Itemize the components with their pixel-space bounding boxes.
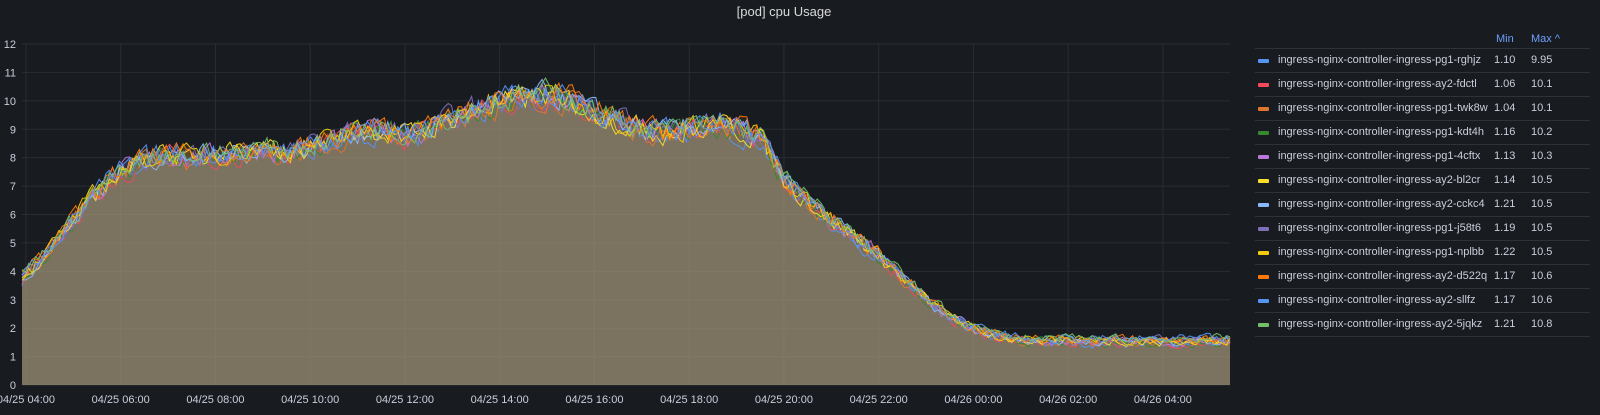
legend-max-value: 9.95 bbox=[1531, 54, 1553, 66]
legend-min-value: 1.17 bbox=[1494, 294, 1516, 306]
legend-min-value: 1.17 bbox=[1494, 270, 1516, 282]
legend-max-value: 10.6 bbox=[1531, 270, 1553, 282]
x-tick-label: 04/26 02:00 bbox=[1039, 394, 1097, 406]
legend-max-value: 10.8 bbox=[1531, 318, 1553, 330]
legend-series-name: ingress-nginx-controller-ingress-ay2-5jq… bbox=[1278, 318, 1483, 330]
legend-item[interactable]: ingress-nginx-controller-ingress-ay2-cck… bbox=[1255, 192, 1590, 216]
y-axis: 0123456789101112 bbox=[4, 39, 16, 392]
y-tick-label: 12 bbox=[4, 39, 16, 51]
x-axis: 04/25 04:00 04/25 06:00 04/25 08:00 04/25 1… bbox=[0, 394, 1192, 406]
x-tick-label: 04/26 00:00 bbox=[944, 394, 1002, 406]
x-tick-label: 04/25 20:00 bbox=[755, 394, 813, 406]
legend-min-header[interactable]: Min bbox=[1496, 33, 1514, 45]
y-tick-label: 5 bbox=[10, 238, 16, 250]
x-tick-label: 04/25 04:00 bbox=[0, 394, 55, 406]
y-tick-label: 8 bbox=[10, 153, 16, 165]
legend-rows: ingress-nginx-controller-ingress-pg1-rgh… bbox=[1255, 48, 1590, 337]
legend-max-value: 10.1 bbox=[1531, 78, 1553, 90]
x-tick-label: 04/25 08:00 bbox=[186, 394, 244, 406]
legend-swatch bbox=[1258, 179, 1269, 183]
x-tick-label: 04/25 12:00 bbox=[376, 394, 434, 406]
legend-swatch bbox=[1258, 83, 1269, 87]
legend-swatch bbox=[1258, 251, 1269, 255]
legend-swatch bbox=[1258, 299, 1269, 303]
legend-item[interactable]: ingress-nginx-controller-ingress-ay2-sll… bbox=[1255, 288, 1590, 312]
legend-item[interactable]: ingress-nginx-controller-ingress-pg1-4cf… bbox=[1255, 144, 1590, 168]
y-tick-label: 4 bbox=[10, 266, 16, 278]
legend-item[interactable]: ingress-nginx-controller-ingress-pg1-kdt… bbox=[1255, 120, 1590, 144]
y-tick-label: 2 bbox=[10, 323, 16, 335]
legend-max-header[interactable]: Max ^ bbox=[1531, 33, 1560, 45]
legend-max-value: 10.3 bbox=[1531, 150, 1553, 162]
legend-min-value: 1.21 bbox=[1494, 318, 1516, 330]
legend-item[interactable]: ingress-nginx-controller-ingress-ay2-fdc… bbox=[1255, 72, 1590, 96]
legend-min-value: 1.14 bbox=[1494, 174, 1516, 186]
y-tick-label: 3 bbox=[10, 295, 16, 307]
legend: Min Max ^ ingress-nginx-controller-ingre… bbox=[1255, 30, 1590, 337]
legend-max-value: 10.5 bbox=[1531, 174, 1553, 186]
y-tick-label: 7 bbox=[10, 181, 16, 193]
y-tick-label: 6 bbox=[10, 210, 16, 222]
legend-max-value: 10.5 bbox=[1531, 222, 1553, 234]
legend-series-name: ingress-nginx-controller-ingress-pg1-j58… bbox=[1278, 222, 1481, 234]
legend-item[interactable]: ingress-nginx-controller-ingress-ay2-5jq… bbox=[1255, 312, 1590, 337]
x-tick-label: 04/25 16:00 bbox=[565, 394, 623, 406]
legend-max-value: 10.1 bbox=[1531, 102, 1553, 114]
legend-swatch bbox=[1258, 59, 1269, 63]
legend-item[interactable]: ingress-nginx-controller-ingress-ay2-d52… bbox=[1255, 264, 1590, 288]
legend-series-name: ingress-nginx-controller-ingress-pg1-twk… bbox=[1278, 102, 1488, 114]
legend-item[interactable]: ingress-nginx-controller-ingress-pg1-npl… bbox=[1255, 240, 1590, 264]
legend-min-value: 1.04 bbox=[1494, 102, 1516, 114]
legend-series-name: ingress-nginx-controller-ingress-pg1-rgh… bbox=[1278, 54, 1481, 66]
legend-series-name: ingress-nginx-controller-ingress-ay2-bl2… bbox=[1278, 174, 1481, 186]
legend-series-name: ingress-nginx-controller-ingress-pg1-4cf… bbox=[1278, 150, 1481, 162]
y-tick-label: 1 bbox=[10, 352, 16, 364]
legend-series-name: ingress-nginx-controller-ingress-ay2-fdc… bbox=[1278, 78, 1477, 90]
legend-series-name: ingress-nginx-controller-ingress-ay2-cck… bbox=[1278, 198, 1485, 210]
legend-min-value: 1.22 bbox=[1494, 246, 1516, 258]
legend-swatch bbox=[1258, 107, 1269, 111]
x-tick-label: 04/25 22:00 bbox=[850, 394, 908, 406]
legend-item[interactable]: ingress-nginx-controller-ingress-ay2-bl2… bbox=[1255, 168, 1590, 192]
legend-min-value: 1.16 bbox=[1494, 126, 1516, 138]
legend-max-value: 10.5 bbox=[1531, 246, 1553, 258]
legend-item[interactable]: ingress-nginx-controller-ingress-pg1-j58… bbox=[1255, 216, 1590, 240]
legend-min-value: 1.10 bbox=[1494, 54, 1516, 66]
legend-item[interactable]: ingress-nginx-controller-ingress-pg1-twk… bbox=[1255, 96, 1590, 120]
legend-series-name: ingress-nginx-controller-ingress-ay2-sll… bbox=[1278, 294, 1476, 306]
legend-item[interactable]: ingress-nginx-controller-ingress-pg1-rgh… bbox=[1255, 48, 1590, 72]
legend-min-value: 1.19 bbox=[1494, 222, 1516, 234]
legend-swatch bbox=[1258, 275, 1269, 279]
legend-min-value: 1.13 bbox=[1494, 150, 1516, 162]
x-tick-label: 04/25 18:00 bbox=[660, 394, 718, 406]
y-tick-label: 9 bbox=[10, 124, 16, 136]
legend-max-value: 10.6 bbox=[1531, 294, 1553, 306]
y-tick-label: 11 bbox=[5, 67, 16, 79]
legend-series-name: ingress-nginx-controller-ingress-pg1-kdt… bbox=[1278, 126, 1485, 138]
legend-swatch bbox=[1258, 323, 1269, 327]
legend-series-name: ingress-nginx-controller-ingress-ay2-d52… bbox=[1278, 270, 1488, 282]
legend-min-value: 1.21 bbox=[1494, 198, 1516, 210]
legend-header: Min Max ^ bbox=[1255, 30, 1590, 48]
x-tick-label: 04/25 06:00 bbox=[92, 394, 150, 406]
legend-swatch bbox=[1258, 227, 1269, 231]
x-tick-label: 04/25 14:00 bbox=[471, 394, 529, 406]
legend-max-value: 10.5 bbox=[1531, 198, 1553, 210]
x-tick-label: 04/25 10:00 bbox=[281, 394, 339, 406]
legend-swatch bbox=[1258, 131, 1269, 135]
cpu-usage-chart: 0123456789101112 04/25 04:00 04/25 06:00 0… bbox=[0, 39, 1231, 406]
y-tick-label: 0 bbox=[10, 380, 16, 392]
legend-series-name: ingress-nginx-controller-ingress-pg1-npl… bbox=[1278, 246, 1485, 258]
legend-min-value: 1.06 bbox=[1494, 78, 1516, 90]
y-tick-label: 10 bbox=[4, 96, 16, 108]
x-tick-label: 04/26 04:00 bbox=[1134, 394, 1192, 406]
legend-swatch bbox=[1258, 155, 1269, 159]
legend-swatch bbox=[1258, 203, 1269, 207]
legend-max-value: 10.2 bbox=[1531, 126, 1553, 138]
